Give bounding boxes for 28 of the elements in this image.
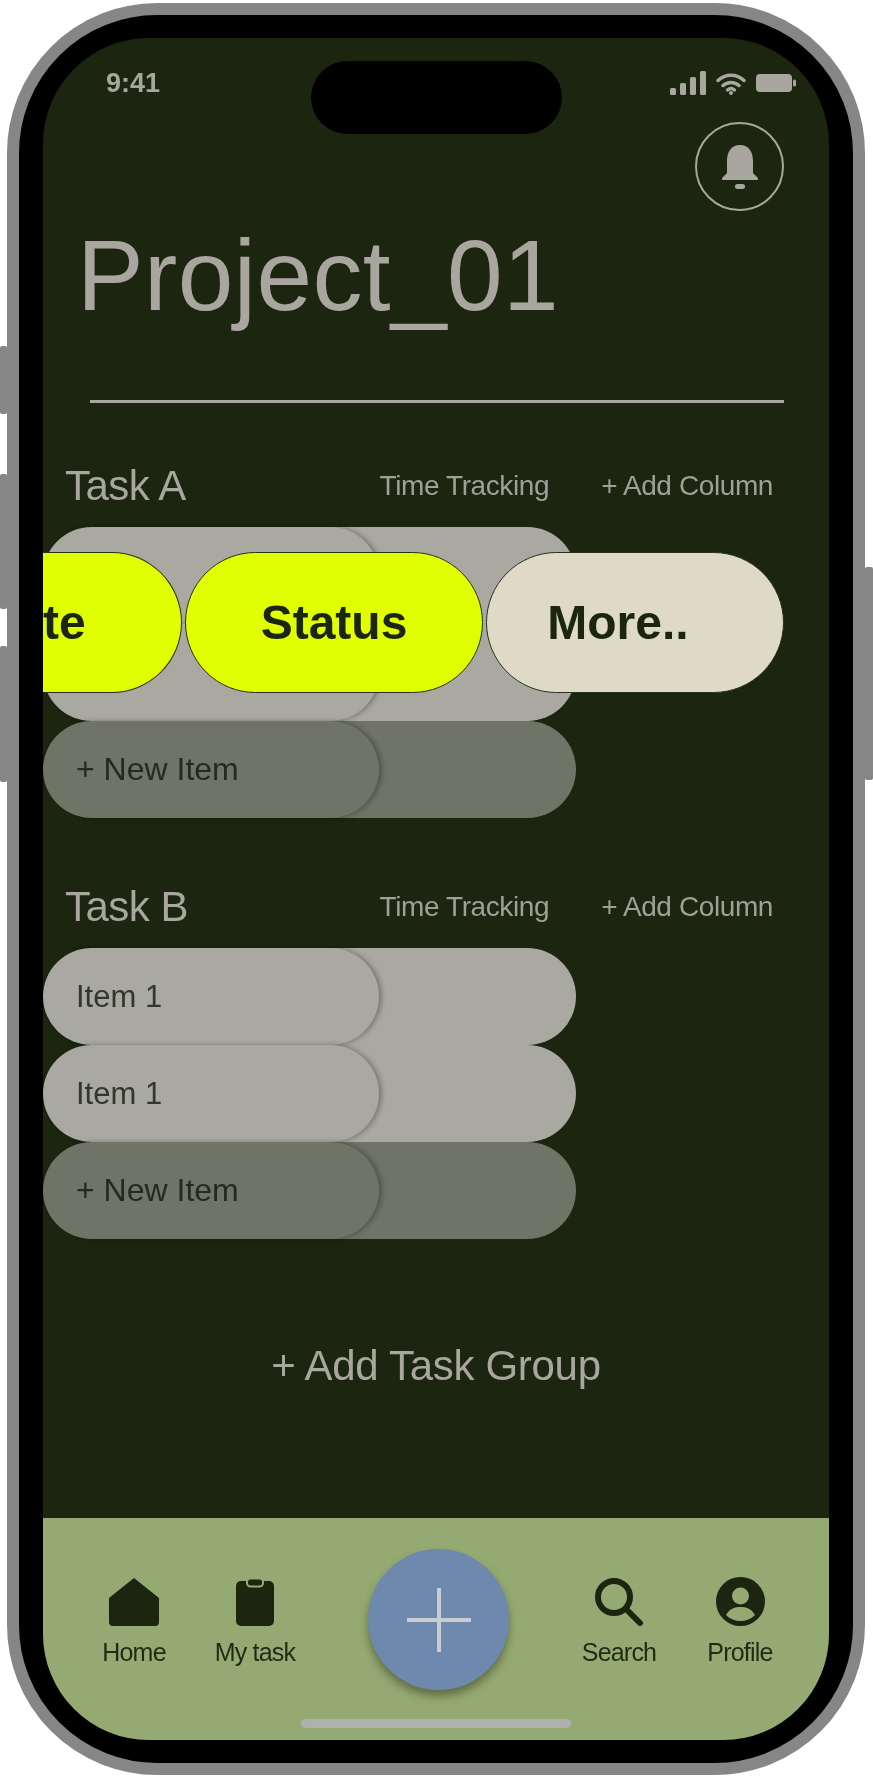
tab-button[interactable]: My task bbox=[200, 1577, 310, 1667]
tab-button[interactable]: Search bbox=[564, 1577, 674, 1667]
tab-button[interactable]: Home bbox=[79, 1577, 189, 1667]
search-icon bbox=[594, 1577, 644, 1626]
item-cell[interactable]: Item 1 bbox=[43, 948, 379, 1045]
plus-icon bbox=[406, 1587, 471, 1652]
notifications-button[interactable] bbox=[695, 122, 784, 211]
tab-button[interactable]: Profile bbox=[685, 1577, 795, 1667]
page-title: Project_01 bbox=[76, 218, 561, 333]
new-item-button[interactable]: + New Item bbox=[43, 721, 379, 818]
signal-icon bbox=[670, 71, 706, 95]
column-header: Time Tracking bbox=[379, 469, 550, 503]
group-title: Task A bbox=[65, 461, 187, 511]
item-cell[interactable]: Item 1 bbox=[43, 1045, 379, 1142]
column-type-menu[interactable]: Status bbox=[185, 552, 483, 693]
new-item-button[interactable]: + New Item bbox=[43, 1142, 379, 1239]
clipboard-icon bbox=[236, 1577, 274, 1626]
add-column-button[interactable]: + Add Column bbox=[601, 469, 773, 503]
add-task-group-button[interactable]: + Add Task Group bbox=[271, 1341, 601, 1391]
house-icon bbox=[109, 1577, 159, 1626]
battery-icon bbox=[756, 74, 796, 92]
column-type-menu[interactable]: More.. bbox=[486, 552, 784, 693]
column-header: Time Tracking bbox=[379, 890, 550, 924]
status-time: 9:41 bbox=[106, 68, 162, 98]
profile-icon bbox=[715, 1577, 765, 1626]
add-column-button[interactable]: + Add Column bbox=[601, 890, 773, 924]
wifi-icon bbox=[716, 71, 746, 95]
group-title: Task B bbox=[65, 882, 190, 932]
